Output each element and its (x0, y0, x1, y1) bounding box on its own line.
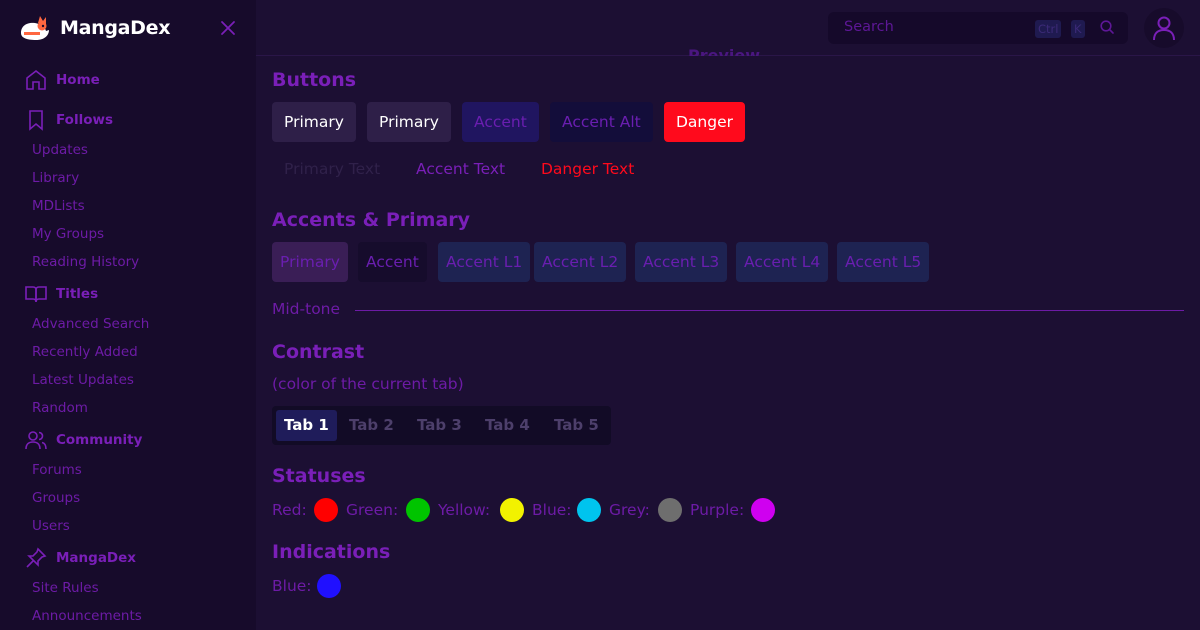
accent-l1-swatch: Accent L1 (438, 242, 531, 282)
indication-blue-dot (317, 574, 341, 598)
accent-l5-swatch: Accent L5 (837, 242, 930, 282)
danger-button[interactable]: Danger (664, 102, 746, 142)
accent-l2-swatch: Accent L2 (534, 242, 627, 282)
accent-alt-button[interactable]: Accent Alt (550, 102, 653, 142)
midtone-label: Mid-tone (272, 300, 341, 318)
user-avatar[interactable] (1144, 8, 1184, 48)
status-grey-label: Grey: (609, 501, 650, 519)
user-icon (1153, 16, 1175, 41)
search-placeholder: Search (844, 19, 894, 35)
users-icon (25, 431, 47, 450)
tab-1[interactable]: Tab 1 (276, 410, 337, 441)
nav-label: Follows (56, 112, 113, 128)
status-red-dot (314, 498, 338, 522)
accents-title: Accents & Primary (272, 209, 471, 231)
nav-item-recently-added[interactable]: Recently Added (0, 338, 256, 366)
primary-text-button[interactable]: Primary Text (284, 160, 380, 178)
shortcut-ctrl-key: Ctrl (1035, 20, 1062, 38)
brand-name: MangaDex (60, 17, 171, 39)
close-sidebar-icon[interactable] (218, 18, 238, 38)
pin-icon (26, 547, 47, 568)
tab-2[interactable]: Tab 2 (341, 410, 402, 441)
nav-item-reading-history[interactable]: Reading History (0, 248, 256, 276)
sidebar: MangaDex Home Follows Updates Library MD… (0, 0, 256, 630)
tab-3[interactable]: Tab 3 (409, 410, 470, 441)
status-red-label: Red: (272, 501, 307, 519)
nav-item-forums[interactable]: Forums (0, 456, 256, 484)
nav-item-random[interactable]: Random (0, 394, 256, 422)
shortcut-k-key: K (1071, 20, 1085, 38)
tab-5[interactable]: Tab 5 (546, 410, 607, 441)
status-green-dot (406, 498, 430, 522)
contrast-title: Contrast (272, 341, 365, 363)
midtone-divider (355, 310, 1184, 311)
nav-item-announcements[interactable]: Announcements (0, 602, 256, 630)
nav-item-groups[interactable]: Groups (0, 484, 256, 512)
nav-item-mdlists[interactable]: MDLists (0, 192, 256, 220)
sidebar-nav: Home Follows Updates Library MDLists My … (0, 62, 256, 630)
accent-swatch: Accent (358, 242, 427, 282)
status-purple-dot (751, 498, 775, 522)
danger-text-button[interactable]: Danger Text (541, 160, 634, 178)
home-icon (26, 69, 46, 90)
accent-button[interactable]: Accent (462, 102, 539, 142)
nav-label: Home (56, 72, 100, 88)
status-yellow-dot (500, 498, 524, 522)
brand[interactable]: MangaDex (18, 12, 171, 44)
tab-bar: Tab 1 Tab 2 Tab 3 Tab 4 Tab 5 (272, 406, 611, 445)
nav-item-updates[interactable]: Updates (0, 136, 256, 164)
nav-mangadex[interactable]: MangaDex (0, 542, 256, 574)
status-blue-dot (577, 498, 601, 522)
nav-follows[interactable]: Follows (0, 104, 256, 136)
nav-home[interactable]: Home (0, 64, 256, 96)
indications-title: Indications (272, 541, 391, 563)
contrast-note: (color of the current tab) (272, 375, 464, 393)
buttons-title: Buttons (272, 69, 357, 91)
primary-swatch: Primary (272, 242, 348, 282)
status-grey-dot (658, 498, 682, 522)
section-peek: Preview (688, 46, 761, 56)
accent-l4-swatch: Accent L4 (736, 242, 829, 282)
nav-label: MangaDex (56, 550, 136, 566)
nav-titles[interactable]: Titles (0, 278, 256, 310)
status-green-label: Green: (346, 501, 399, 519)
status-purple-label: Purple: (690, 501, 745, 519)
search-icon[interactable] (1099, 19, 1115, 35)
tab-4[interactable]: Tab 4 (477, 410, 538, 441)
statuses-title: Statuses (272, 465, 366, 487)
status-yellow-label: Yellow: (438, 501, 491, 519)
accent-text-button[interactable]: Accent Text (416, 160, 505, 178)
nav-item-users[interactable]: Users (0, 512, 256, 540)
book-open-icon (25, 286, 47, 303)
nav-item-advanced-search[interactable]: Advanced Search (0, 310, 256, 338)
nav-item-site-rules[interactable]: Site Rules (0, 574, 256, 602)
accent-l3-swatch: Accent L3 (635, 242, 728, 282)
primary-button-alt[interactable]: Primary (367, 102, 451, 142)
mangadex-logo-icon (21, 16, 49, 40)
nav-item-my-groups[interactable]: My Groups (0, 220, 256, 248)
bookmark-icon (29, 110, 43, 131)
nav-item-latest-updates[interactable]: Latest Updates (0, 366, 256, 394)
indication-blue-label: Blue: (272, 577, 312, 595)
nav-label: Titles (56, 286, 99, 302)
nav-community[interactable]: Community (0, 424, 256, 456)
status-blue-label: Blue: (532, 501, 572, 519)
nav-label: Community (56, 432, 143, 448)
search-input[interactable]: Search Ctrl K (828, 12, 1128, 44)
nav-item-library[interactable]: Library (0, 164, 256, 192)
primary-button[interactable]: Primary (272, 102, 356, 142)
